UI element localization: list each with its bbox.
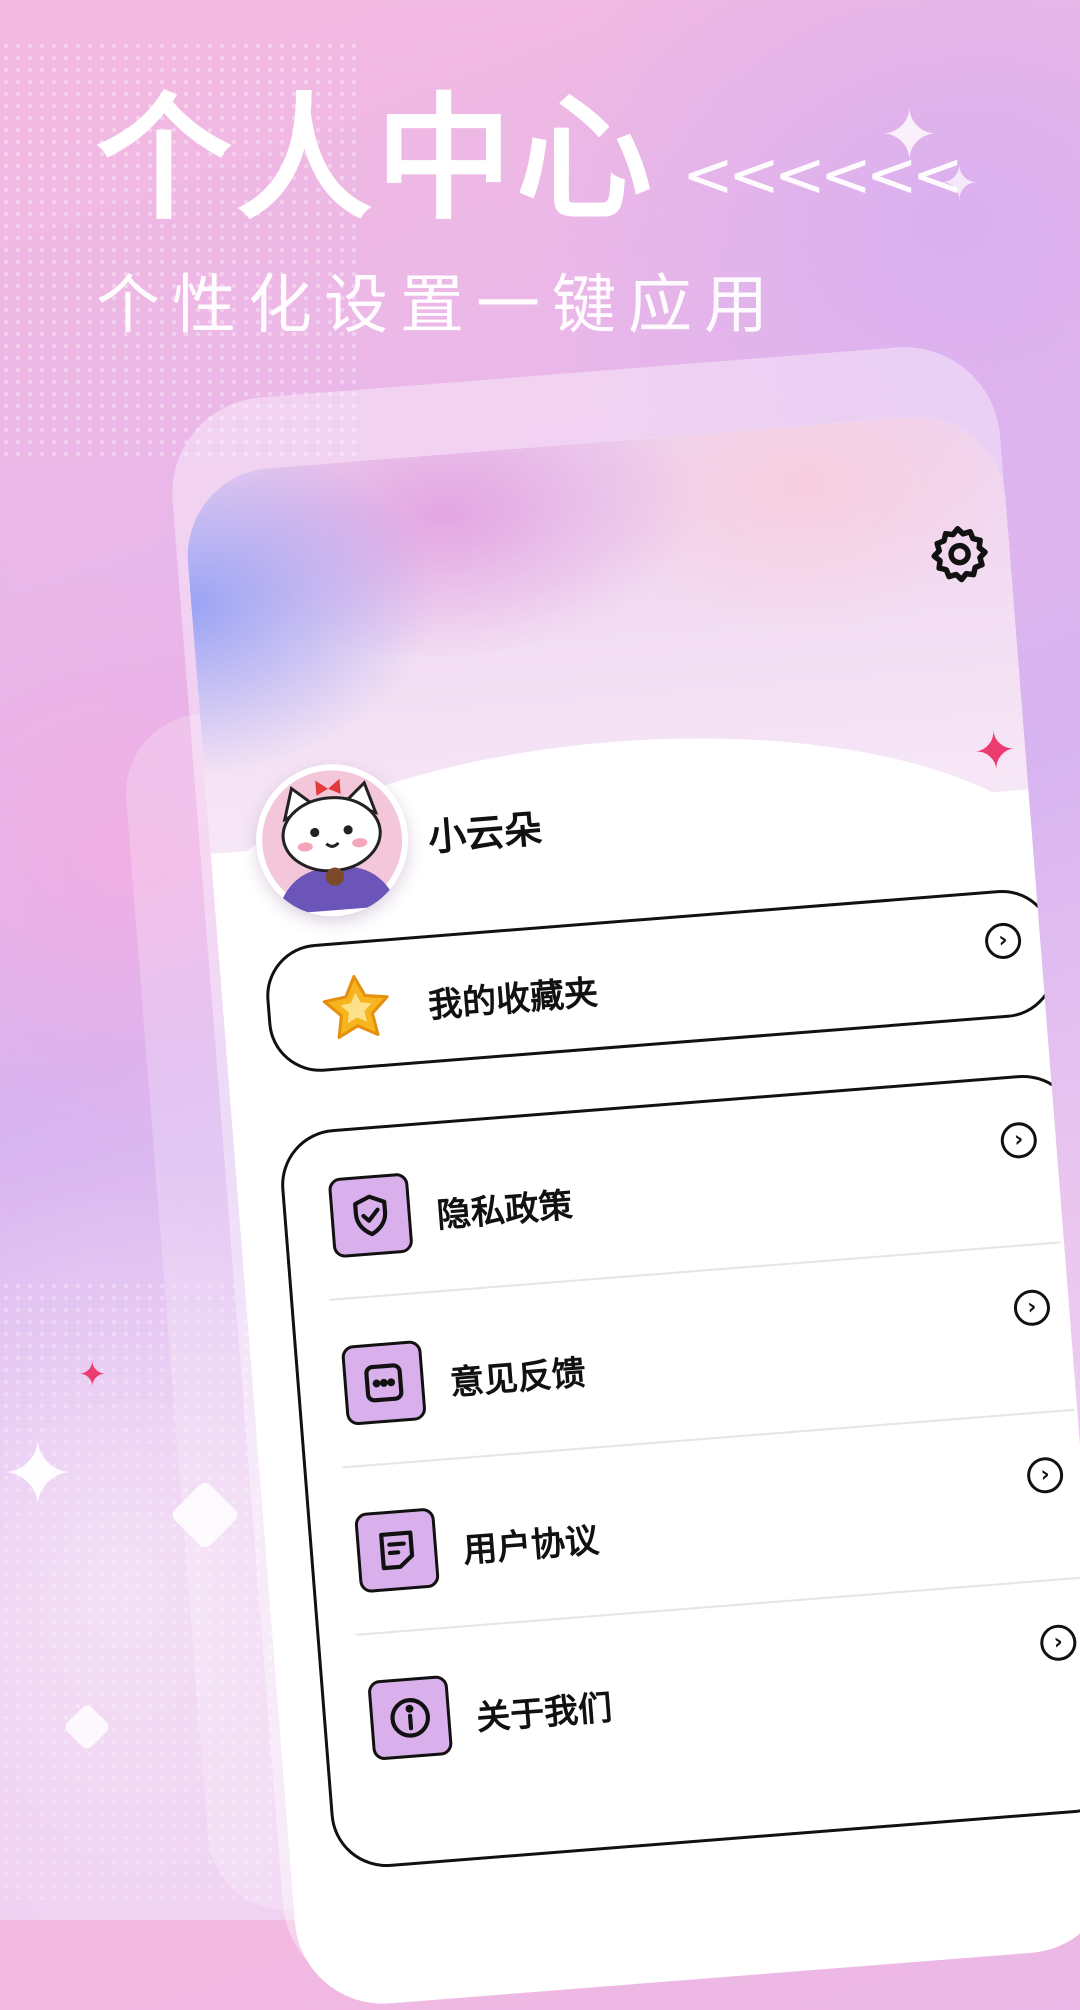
chevrons-decoration: <<<<<< (682, 138, 964, 211)
gear-icon[interactable] (927, 522, 992, 587)
diamond-shape (62, 1702, 112, 1752)
chevron-right-icon[interactable]: › (983, 921, 1023, 961)
phone-screen: ✦ 小云朵 我的收藏夹 › 隐私政策 › 意见反馈 › 用户协议 › 关于我们 … (181, 410, 1080, 2010)
page-title: 个人中心 (96, 81, 656, 239)
chevron-right-icon[interactable]: › (1012, 1288, 1052, 1328)
chevron-right-icon[interactable]: › (1025, 1455, 1065, 1495)
menu-item-label: 隐私政策 (435, 1185, 575, 1237)
sparkle-icon: ✦ (0, 1422, 76, 1527)
favorites-label: 我的收藏夹 (426, 972, 600, 1027)
message-dots-icon (340, 1339, 427, 1426)
page-subtitle: 个性化设置一键应用 (96, 269, 780, 343)
menu-item-label: 用户协议 (461, 1520, 601, 1572)
hero-header: 个人中心 <<<<<< 个性化设置一键应用 (96, 81, 964, 346)
sparkle-icon: ✦ (78, 1355, 107, 1395)
info-icon (367, 1674, 454, 1761)
menu-item-label: 意见反馈 (448, 1353, 588, 1404)
star-icon (318, 969, 395, 1046)
document-icon (354, 1507, 441, 1594)
username: 小云朵 (426, 806, 544, 860)
hero-title-row: 个人中心 <<<<<< (96, 81, 964, 239)
chevron-right-icon[interactable]: › (999, 1120, 1039, 1160)
sparkle-icon: ✦ (970, 720, 1020, 784)
chevron-right-icon[interactable]: › (1038, 1623, 1078, 1663)
settings-menu: 隐私政策 › 意见反馈 › 用户协议 › 关于我们 › (276, 1070, 1080, 1872)
shield-check-icon (327, 1172, 414, 1259)
menu-item-label: 关于我们 (474, 1688, 614, 1739)
